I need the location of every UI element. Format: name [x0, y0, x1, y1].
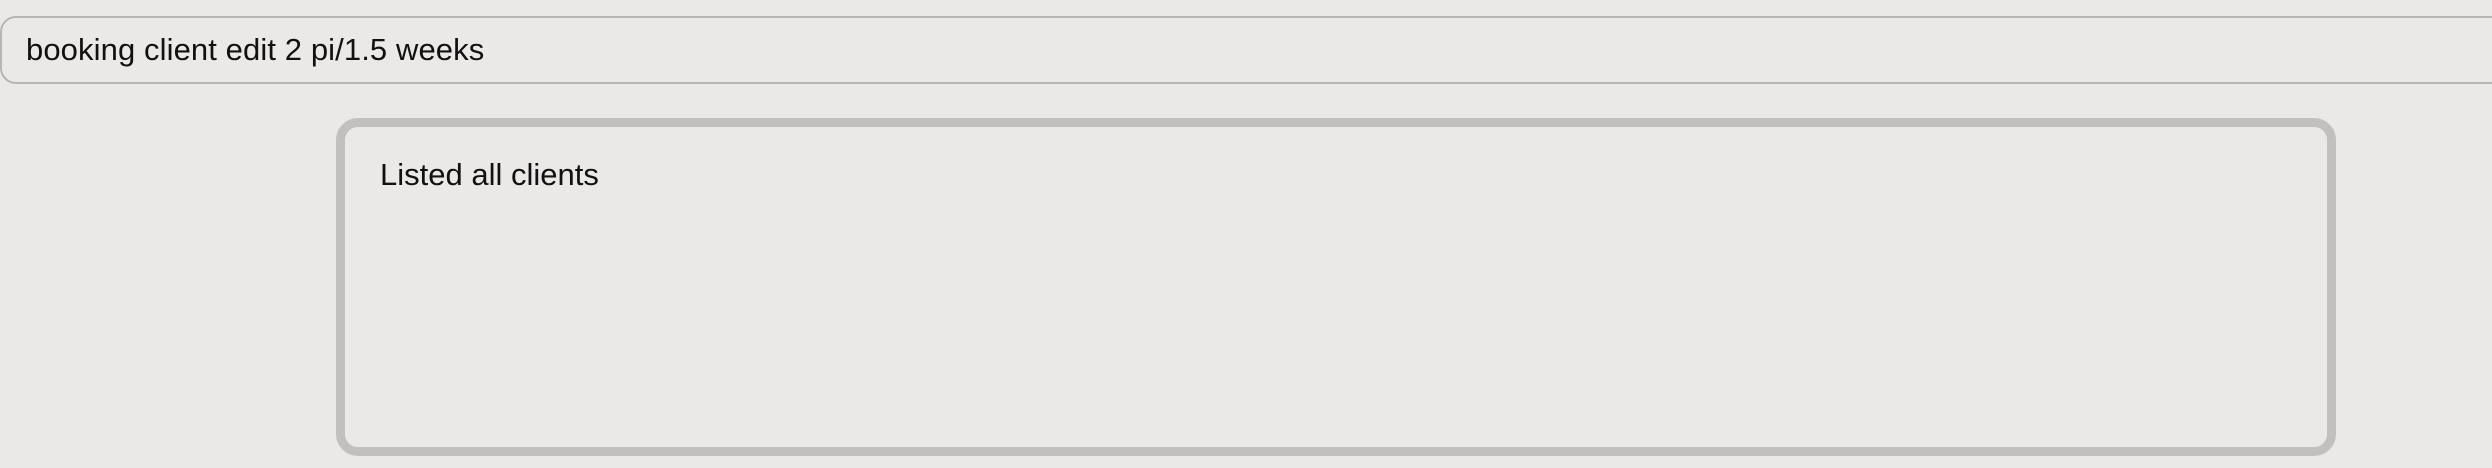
command-input-text: booking client edit 2 pi/1.5 weeks: [26, 32, 485, 67]
command-input[interactable]: booking client edit 2 pi/1.5 weeks: [0, 16, 2492, 84]
result-message: Listed all clients: [380, 157, 599, 192]
result-display: Listed all clients: [336, 118, 2336, 456]
